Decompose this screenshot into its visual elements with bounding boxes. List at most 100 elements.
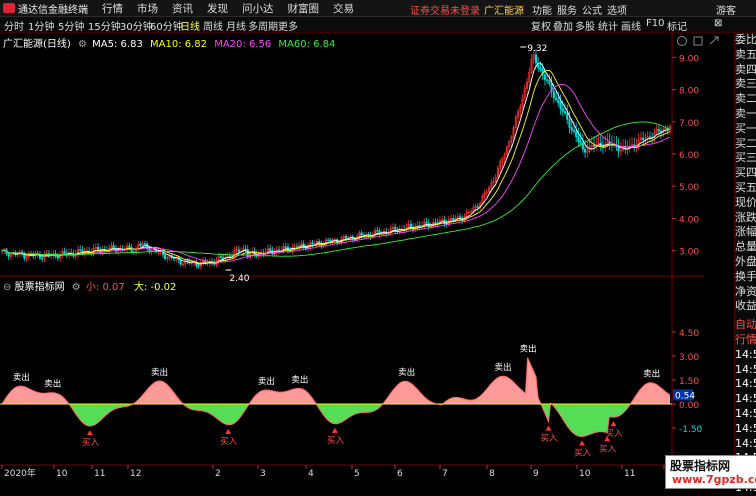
- candle-body: [584, 148, 587, 153]
- buy-signal-label: 买入: [574, 448, 592, 458]
- chart-expand-icon[interactable]: [709, 36, 719, 45]
- candle-body: [376, 230, 379, 232]
- price-tick-label: 7.00: [679, 119, 699, 129]
- app-logo-icon: [3, 3, 15, 13]
- login-alert[interactable]: 证券交易未登录: [410, 2, 480, 17]
- candle-body: [555, 97, 558, 100]
- candle-body: [329, 239, 332, 242]
- candle-body: [244, 248, 247, 251]
- side-item-5: 卖一: [735, 106, 756, 120]
- chart-zoom-icon[interactable]: [693, 36, 703, 46]
- menu-item-hangqing[interactable]: 行情: [102, 1, 123, 16]
- menu-item-jiaoyi[interactable]: 交易: [333, 1, 354, 16]
- candle-body: [648, 136, 651, 138]
- period-multi[interactable]: 多周期: [248, 18, 278, 33]
- buy-arrow-icon: [545, 425, 552, 431]
- candle-body: [579, 141, 582, 144]
- candle-body: [592, 145, 596, 147]
- candle-body: [543, 74, 546, 80]
- candle-body: [557, 99, 560, 104]
- candle-body: [534, 54, 538, 64]
- candle-body: [269, 248, 272, 251]
- candle-body: [139, 244, 142, 246]
- menu-item-wenxiaoda[interactable]: 问小达: [242, 1, 274, 16]
- indicator-tick-label: 1.50: [679, 377, 699, 387]
- buy-signal-label: 买入: [541, 434, 559, 444]
- candle-body: [572, 129, 575, 132]
- indicator-tick-label: 4.50: [679, 329, 699, 339]
- menu-item-zixun[interactable]: 资讯: [172, 1, 193, 16]
- menu-gongshi[interactable]: 公式: [582, 2, 602, 17]
- side-time-3: 14:50: [735, 392, 756, 406]
- side-item-3: 卖三: [735, 77, 756, 91]
- side-item-9: 买四: [735, 166, 756, 180]
- buy-signal-label: 买入: [599, 444, 617, 454]
- indicator-tick-label: 0.00: [679, 401, 699, 411]
- kline-chart[interactable]: 9.00 8.00 7.00 6.00 5.00 4.00 3.00 9.32 2.40 4.50…: [0, 33, 704, 478]
- app-title: 通达信金融终端: [18, 4, 88, 16]
- candle-body: [617, 146, 620, 152]
- period-15min[interactable]: 15分钟: [88, 18, 121, 33]
- period-1min[interactable]: 1分钟: [28, 18, 54, 33]
- btn-fuquan[interactable]: 复权: [531, 18, 551, 33]
- period-more[interactable]: 更多: [278, 18, 298, 33]
- date-tick-label: 9: [533, 469, 539, 478]
- side-tail-1[interactable]: 行情: [735, 333, 756, 348]
- menu-item-faxian[interactable]: 发现: [207, 1, 228, 16]
- candle-body: [295, 246, 298, 248]
- side-item-6: 买一: [735, 121, 756, 135]
- period-60min[interactable]: 60分钟: [150, 18, 183, 33]
- side-item-15: 外盘: [735, 254, 756, 268]
- btn-biaoji[interactable]: 标记: [667, 18, 687, 33]
- ma10-line: [1, 69, 671, 264]
- buy-arrow-icon: [579, 440, 586, 446]
- candle-body: [409, 224, 412, 228]
- sell-signal-label: 卖出: [643, 369, 660, 380]
- btn-f10[interactable]: F10: [646, 18, 664, 29]
- date-tick-label: 10: [579, 469, 591, 478]
- candle-body: [559, 102, 562, 109]
- price-tick-label: 5.00: [679, 183, 699, 193]
- close-icon[interactable]: ⊠: [714, 18, 722, 29]
- candle-body: [143, 243, 147, 245]
- side-tail-0[interactable]: 自动: [735, 318, 756, 333]
- side-item-17: 净资: [735, 284, 756, 298]
- side-item-10: 买五: [735, 180, 756, 194]
- candle-body: [418, 225, 421, 227]
- buy-arrow-icon: [331, 427, 338, 433]
- btn-huaxian[interactable]: 画线: [621, 18, 641, 33]
- indicator-tick-label: -1.50: [679, 425, 703, 435]
- menu-gongneng[interactable]: 功能: [532, 2, 552, 17]
- menu-item-caifuquan[interactable]: 财富圈: [288, 1, 320, 16]
- user-guest[interactable]: 游客: [716, 2, 736, 17]
- chart-back-icon[interactable]: [677, 36, 687, 46]
- period-monthly[interactable]: 月线: [226, 18, 246, 33]
- menu-item-shichang[interactable]: 市场: [137, 1, 158, 16]
- current-stock-name[interactable]: 广汇能源: [484, 2, 524, 17]
- period-daily[interactable]: 日线: [180, 18, 200, 33]
- candle-body: [128, 245, 131, 248]
- menu-xuanxiang[interactable]: 选项: [607, 2, 627, 17]
- side-item-8: 买三: [735, 151, 756, 165]
- candle-body: [148, 248, 151, 252]
- date-tick-label: 11: [94, 469, 105, 478]
- btn-diejia[interactable]: 叠加: [553, 18, 573, 33]
- menu-fuwu[interactable]: 服务: [557, 2, 577, 17]
- date-tick-label: 8: [489, 469, 495, 478]
- side-item-13: 涨幅: [735, 225, 756, 239]
- candle-body: [568, 119, 571, 128]
- indicator-positive-area: [2, 357, 670, 404]
- btn-duogu[interactable]: 多股: [575, 18, 595, 33]
- sell-signal-label: 卖出: [44, 379, 61, 390]
- candle-body: [434, 222, 437, 224]
- sell-signal-label: 卖出: [13, 372, 30, 383]
- period-30min[interactable]: 30分钟: [120, 18, 153, 33]
- period-weekly[interactable]: 周线: [203, 18, 223, 33]
- buy-signal-label: 买入: [220, 437, 238, 447]
- price-tick-label: 4.00: [679, 215, 699, 225]
- period-5min[interactable]: 5分钟: [58, 18, 84, 33]
- period-fenshi[interactable]: 分时: [4, 18, 24, 33]
- low-price-label: 2.40: [229, 274, 249, 284]
- btn-tongji[interactable]: 统计: [598, 18, 618, 33]
- price-tick-label: 6.00: [679, 151, 699, 161]
